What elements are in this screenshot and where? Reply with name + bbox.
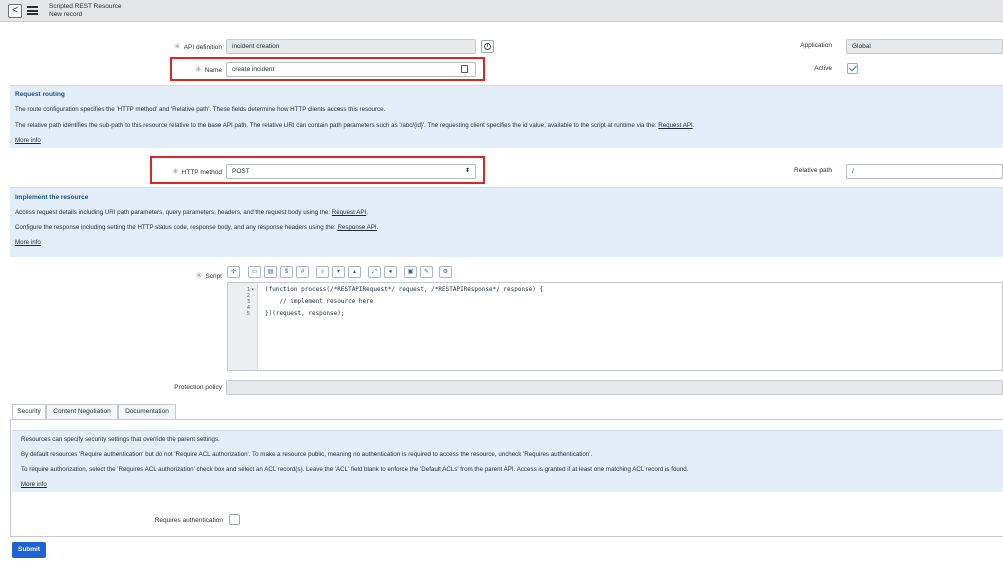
info-icon: i	[484, 43, 491, 50]
tab-security[interactable]: Security	[12, 404, 46, 420]
application-label: Application	[800, 42, 832, 49]
toggle-syntax-icon[interactable]: ✎	[420, 266, 433, 278]
form-header	[0, 0, 1003, 22]
application-field: Global	[846, 39, 1003, 54]
replace-icon[interactable]: $	[280, 266, 293, 278]
debug-icon[interactable]: ⚙	[439, 266, 452, 278]
request-api-link[interactable]: Request API	[332, 209, 366, 216]
security-info-panel: Resources can specify security settings …	[12, 430, 1003, 492]
required-asterisk-icon: ✳	[195, 271, 203, 280]
requires-authentication-checkbox[interactable]	[229, 514, 240, 525]
security-line2: By default resources 'Require authentica…	[21, 451, 593, 458]
script-toolbar: ✣ ▭ ▤ $ # ⌕ ▾ ▴ ⤢ ● ▣ ✎ ⚙	[227, 266, 487, 279]
required-asterisk-icon: ✳	[171, 167, 179, 176]
fold-arrow-icon[interactable]: ▾	[251, 287, 256, 293]
api-definition-info-button[interactable]: i	[481, 40, 494, 53]
request-api-link[interactable]: Request API	[658, 122, 692, 129]
protection-policy-label: Protection policy	[174, 384, 222, 391]
tab-content-negotiation[interactable]: Content Negotiation	[46, 404, 118, 419]
save-icon[interactable]: ▣	[404, 266, 417, 278]
relative-path-label: Relative path	[794, 167, 832, 174]
up-arrow-icon[interactable]: ▴	[348, 266, 361, 278]
request-routing-more-info-link[interactable]: More info	[15, 137, 41, 144]
name-label: ✳ Name	[194, 65, 222, 74]
api-definition-field: incident creation	[226, 39, 476, 54]
submit-button[interactable]: Submit	[12, 542, 46, 558]
http-method-select[interactable]: POST ⬍	[226, 164, 476, 179]
code-line-5: })(request, response);	[265, 310, 345, 317]
implement-line1: Access request details including URI pat…	[15, 209, 368, 216]
required-asterisk-icon: ✳	[194, 65, 202, 74]
line-number: 5	[246, 311, 250, 317]
fullscreen-icon[interactable]: ⤢	[368, 266, 381, 278]
relative-path-input[interactable]: /	[846, 164, 1003, 179]
script-label: ✳ Script	[195, 271, 222, 280]
implement-more-info-link[interactable]: More info	[15, 239, 41, 246]
hamburger-menu-icon[interactable]	[27, 6, 38, 15]
http-method-label: ✳ HTTP method	[171, 167, 222, 176]
help-icon[interactable]: ●	[384, 266, 397, 278]
tab-documentation[interactable]: Documentation	[118, 404, 176, 419]
record-type: Scripted REST Resource	[49, 3, 122, 10]
script-icon[interactable]: ✣	[227, 266, 240, 278]
spellcheck-icon[interactable]	[461, 65, 468, 73]
back-button[interactable]: <	[8, 4, 22, 18]
form-title: Scripted REST Resource New record	[49, 3, 122, 19]
request-routing-line1: The route configuration specifies the 'H…	[15, 106, 386, 113]
format-icon[interactable]: ▤	[264, 266, 277, 278]
request-routing-line2: The relative path identifies the sub-pat…	[15, 122, 695, 129]
line-number-gutter: 1 2 3 4 5 ▾	[228, 283, 258, 370]
api-definition-label: ✳ API definition	[173, 42, 222, 51]
implement-line2: Configure the response including setting…	[15, 224, 379, 231]
request-routing-panel: Request routing The route configuration …	[10, 85, 1003, 148]
code-line-3: // implement resource here	[265, 298, 374, 305]
search-icon[interactable]: ⌕	[316, 266, 329, 278]
name-input[interactable]: create incident	[226, 62, 476, 77]
security-more-info-link[interactable]: More info	[21, 481, 47, 488]
implement-resource-panel: Implement the resource Access request de…	[10, 187, 1003, 257]
script-editor[interactable]: 1 2 3 4 5 ▾ (function process(/*RESTAPIR…	[227, 282, 1003, 371]
replace-all-icon[interactable]: #	[296, 266, 309, 278]
down-arrow-icon[interactable]: ▾	[332, 266, 345, 278]
select-arrows-icon: ⬍	[464, 168, 470, 174]
comment-icon[interactable]: ▭	[248, 266, 261, 278]
security-line3: To require authorization, select the 'Re…	[21, 466, 689, 473]
code-line-1: (function process(/*RESTAPIRequest*/ req…	[265, 286, 544, 293]
active-label: Active	[814, 65, 832, 72]
request-routing-title: Request routing	[15, 91, 65, 98]
record-status: New record	[49, 11, 83, 18]
required-asterisk-icon: ✳	[173, 42, 181, 51]
response-api-link[interactable]: Response API	[337, 224, 376, 231]
active-checkbox[interactable]	[847, 63, 858, 74]
protection-policy-field	[226, 380, 1003, 395]
security-line1: Resources can specify security settings …	[21, 436, 220, 443]
implement-resource-title: Implement the resource	[15, 194, 89, 201]
security-tab-panel: Resources can specify security settings …	[10, 419, 1003, 537]
requires-authentication-label: Requires authentication	[154, 517, 223, 524]
